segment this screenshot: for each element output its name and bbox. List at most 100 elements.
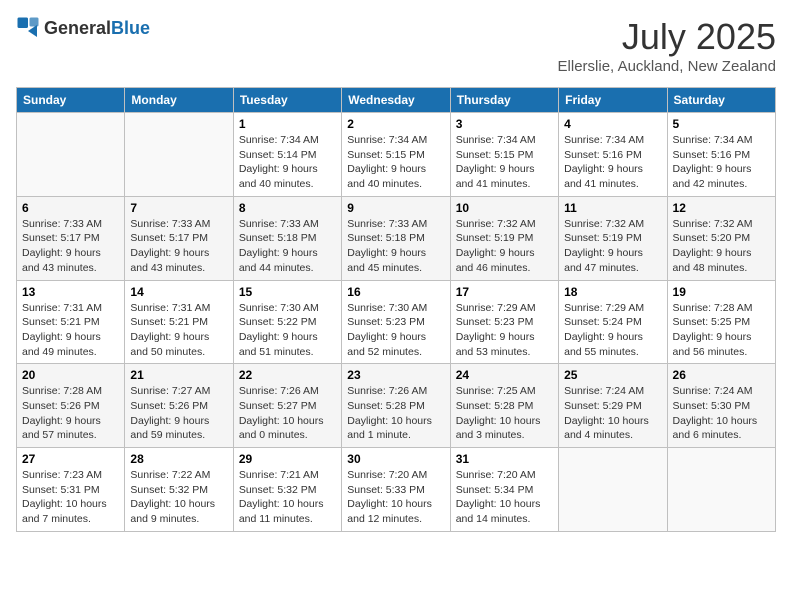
calendar-cell: 8 Sunrise: 7:33 AM Sunset: 5:18 PM Daylig…	[233, 196, 341, 280]
day-number: 8	[239, 201, 336, 215]
calendar-cell: 11 Sunrise: 7:32 AM Sunset: 5:19 PM Dayli…	[559, 196, 667, 280]
day-info: Sunrise: 7:31 AM Sunset: 5:21 PM Dayligh…	[130, 301, 227, 360]
calendar-cell	[667, 448, 775, 532]
calendar-cell: 29Sunrise: 7:21 AM Sunset: 5:32 PM Dayli…	[233, 448, 341, 532]
title-block: July 2025 Ellerslie, Auckland, New Zeala…	[558, 16, 776, 75]
calendar-cell	[559, 448, 667, 532]
day-number: 13	[22, 285, 119, 299]
day-number: 11	[564, 201, 661, 215]
logo-blue: Blue	[111, 18, 150, 38]
day-info: Sunrise: 7:20 AM Sunset: 5:33 PM Dayligh…	[347, 468, 444, 527]
day-info: Sunrise: 7:29 AM Sunset: 5:24 PM Dayligh…	[564, 301, 661, 360]
day-number: 20	[22, 368, 119, 382]
day-number: 16	[347, 285, 444, 299]
day-number: 12	[673, 201, 770, 215]
calendar-cell: 3Sunrise: 7:34 AM Sunset: 5:15 PM Daylig…	[450, 113, 558, 197]
calendar-cell: 6Sunrise: 7:33 AM Sunset: 5:17 PM Daylig…	[17, 196, 125, 280]
calendar-cell: 19 Sunrise: 7:28 AM Sunset: 5:25 PM Dayli…	[667, 280, 775, 364]
day-number: 9	[347, 201, 444, 215]
calendar-week-row: 1Sunrise: 7:34 AM Sunset: 5:14 PM Daylig…	[17, 113, 776, 197]
day-number: 14	[130, 285, 227, 299]
day-info: Sunrise: 7:32 AM Sunset: 5:20 PM Dayligh…	[673, 217, 770, 276]
calendar-title: July 2025	[558, 16, 776, 58]
day-info: Sunrise: 7:21 AM Sunset: 5:32 PM Dayligh…	[239, 468, 336, 527]
day-info: Sunrise: 7:30 AM Sunset: 5:22 PM Dayligh…	[239, 301, 336, 360]
calendar-location: Ellerslie, Auckland, New Zealand	[558, 58, 776, 75]
calendar-header-row: SundayMondayTuesdayWednesdayThursdayFrid…	[17, 88, 776, 113]
day-number: 4	[564, 117, 661, 131]
day-header-saturday: Saturday	[667, 88, 775, 113]
calendar-week-row: 6 Sunrise: 7:33 AM Sunset: 5:17 PM Daylig…	[17, 196, 776, 280]
day-info: Sunrise: 7:26 AM Sunset: 5:28 PM Dayligh…	[347, 384, 444, 443]
day-info: Sunrise: 7:22 AM Sunset: 5:32 PM Dayligh…	[130, 468, 227, 527]
calendar-cell: 17 Sunrise: 7:29 AM Sunset: 5:23 PM Dayli…	[450, 280, 558, 364]
day-number: 18	[564, 285, 661, 299]
day-number: 25	[564, 368, 661, 382]
calendar-cell: 7 Sunrise: 7:33 AM Sunset: 5:17 PM Daylig…	[125, 196, 233, 280]
calendar-week-row: 20 Sunrise: 7:28 AM Sunset: 5:26 PM Dayli…	[17, 364, 776, 448]
calendar-cell: 4 Sunrise: 7:34 AM Sunset: 5:16 PM Daylig…	[559, 113, 667, 197]
day-info: Sunrise: 7:28 AM Sunset: 5:25 PM Dayligh…	[673, 301, 770, 360]
day-header-monday: Monday	[125, 88, 233, 113]
calendar-cell: 25 Sunrise: 7:24 AM Sunset: 5:29 PM Dayli…	[559, 364, 667, 448]
day-info: Sunrise: 7:24 AM Sunset: 5:29 PM Dayligh…	[564, 384, 661, 443]
calendar-cell: 13 Sunrise: 7:31 AM Sunset: 5:21 PM Dayli…	[17, 280, 125, 364]
day-number: 30	[347, 452, 444, 466]
day-number: 21	[130, 368, 227, 382]
day-info: Sunrise: 7:34 AM Sunset: 5:15 PM Dayligh…	[347, 133, 444, 192]
day-info: Sunrise: 7:32 AM Sunset: 5:19 PM Dayligh…	[564, 217, 661, 276]
calendar-cell: 30 Sunrise: 7:20 AM Sunset: 5:33 PM Dayli…	[342, 448, 450, 532]
day-info: Sunrise: 7:33 AM Sunset: 5:18 PM Dayligh…	[347, 217, 444, 276]
calendar-cell: 12 Sunrise: 7:32 AM Sunset: 5:20 PM Dayli…	[667, 196, 775, 280]
day-number: 10	[456, 201, 553, 215]
calendar-cell: 9 Sunrise: 7:33 AM Sunset: 5:18 PM Daylig…	[342, 196, 450, 280]
calendar-cell	[125, 113, 233, 197]
day-header-wednesday: Wednesday	[342, 88, 450, 113]
day-number: 31	[456, 452, 553, 466]
calendar-cell: 23Sunrise: 7:26 AM Sunset: 5:28 PM Dayli…	[342, 364, 450, 448]
calendar-cell: 15Sunrise: 7:30 AM Sunset: 5:22 PM Dayli…	[233, 280, 341, 364]
calendar-week-row: 13 Sunrise: 7:31 AM Sunset: 5:21 PM Dayli…	[17, 280, 776, 364]
day-number: 26	[673, 368, 770, 382]
day-number: 6	[22, 201, 119, 215]
calendar-cell: 2 Sunrise: 7:34 AM Sunset: 5:15 PM Daylig…	[342, 113, 450, 197]
logo-icon	[16, 16, 40, 40]
day-info: Sunrise: 7:33 AM Sunset: 5:17 PM Dayligh…	[130, 217, 227, 276]
day-number: 17	[456, 285, 553, 299]
day-info: Sunrise: 7:34 AM Sunset: 5:16 PM Dayligh…	[564, 133, 661, 192]
calendar-cell: 20 Sunrise: 7:28 AM Sunset: 5:26 PM Dayli…	[17, 364, 125, 448]
day-info: Sunrise: 7:33 AM Sunset: 5:18 PM Dayligh…	[239, 217, 336, 276]
calendar-cell: 1Sunrise: 7:34 AM Sunset: 5:14 PM Daylig…	[233, 113, 341, 197]
calendar-cell: 28 Sunrise: 7:22 AM Sunset: 5:32 PM Dayli…	[125, 448, 233, 532]
calendar-cell: 14 Sunrise: 7:31 AM Sunset: 5:21 PM Dayli…	[125, 280, 233, 364]
calendar-cell: 31 Sunrise: 7:20 AM Sunset: 5:34 PM Dayli…	[450, 448, 558, 532]
day-info: Sunrise: 7:26 AM Sunset: 5:27 PM Dayligh…	[239, 384, 336, 443]
calendar-body: 1Sunrise: 7:34 AM Sunset: 5:14 PM Daylig…	[17, 113, 776, 532]
calendar-cell: 18 Sunrise: 7:29 AM Sunset: 5:24 PM Dayli…	[559, 280, 667, 364]
day-number: 19	[673, 285, 770, 299]
day-header-tuesday: Tuesday	[233, 88, 341, 113]
logo-general: General	[44, 18, 111, 38]
calendar-cell: 24Sunrise: 7:25 AM Sunset: 5:28 PM Dayli…	[450, 364, 558, 448]
day-header-sunday: Sunday	[17, 88, 125, 113]
calendar-table: SundayMondayTuesdayWednesdayThursdayFrid…	[16, 87, 776, 532]
calendar-cell	[17, 113, 125, 197]
calendar-cell: 22 Sunrise: 7:26 AM Sunset: 5:27 PM Dayli…	[233, 364, 341, 448]
day-number: 7	[130, 201, 227, 215]
calendar-cell: 27Sunrise: 7:23 AM Sunset: 5:31 PM Dayli…	[17, 448, 125, 532]
day-info: Sunrise: 7:32 AM Sunset: 5:19 PM Dayligh…	[456, 217, 553, 276]
day-info: Sunrise: 7:28 AM Sunset: 5:26 PM Dayligh…	[22, 384, 119, 443]
day-header-thursday: Thursday	[450, 88, 558, 113]
calendar-cell: 26 Sunrise: 7:24 AM Sunset: 5:30 PM Dayli…	[667, 364, 775, 448]
logo: GeneralBlue	[16, 16, 150, 40]
day-info: Sunrise: 7:29 AM Sunset: 5:23 PM Dayligh…	[456, 301, 553, 360]
day-info: Sunrise: 7:31 AM Sunset: 5:21 PM Dayligh…	[22, 301, 119, 360]
day-number: 2	[347, 117, 444, 131]
day-info: Sunrise: 7:34 AM Sunset: 5:14 PM Dayligh…	[239, 133, 336, 192]
day-number: 22	[239, 368, 336, 382]
day-info: Sunrise: 7:24 AM Sunset: 5:30 PM Dayligh…	[673, 384, 770, 443]
day-number: 5	[673, 117, 770, 131]
day-info: Sunrise: 7:20 AM Sunset: 5:34 PM Dayligh…	[456, 468, 553, 527]
calendar-cell: 16Sunrise: 7:30 AM Sunset: 5:23 PM Dayli…	[342, 280, 450, 364]
day-number: 28	[130, 452, 227, 466]
